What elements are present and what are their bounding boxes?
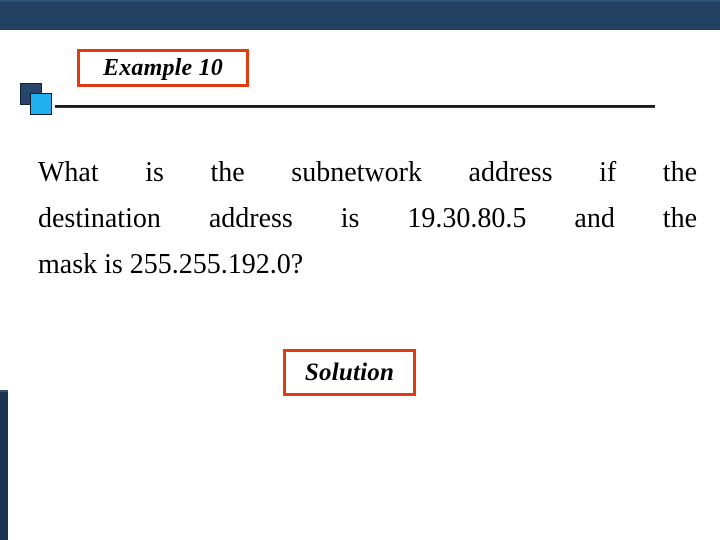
left-accent-bar [0,390,8,540]
top-banner [0,0,720,30]
question-line-2: destination address is 19.30.80.5 and th… [38,203,697,234]
question-body: What is the subnetwork address if the de… [38,150,697,288]
example-title-box: Example 10 [77,49,249,87]
decorative-square-front-icon [30,93,52,115]
slide-canvas: Example 10 What is the subnetwork addres… [0,0,720,540]
example-title-text: Example 10 [103,55,223,81]
title-divider-rule [55,105,655,108]
question-line-1: What is the subnetwork address if the [38,157,697,188]
solution-box[interactable]: Solution [283,349,416,396]
solution-label-text: Solution [304,359,395,386]
question-line-3: mask is 255.255.192.0? [38,249,304,280]
